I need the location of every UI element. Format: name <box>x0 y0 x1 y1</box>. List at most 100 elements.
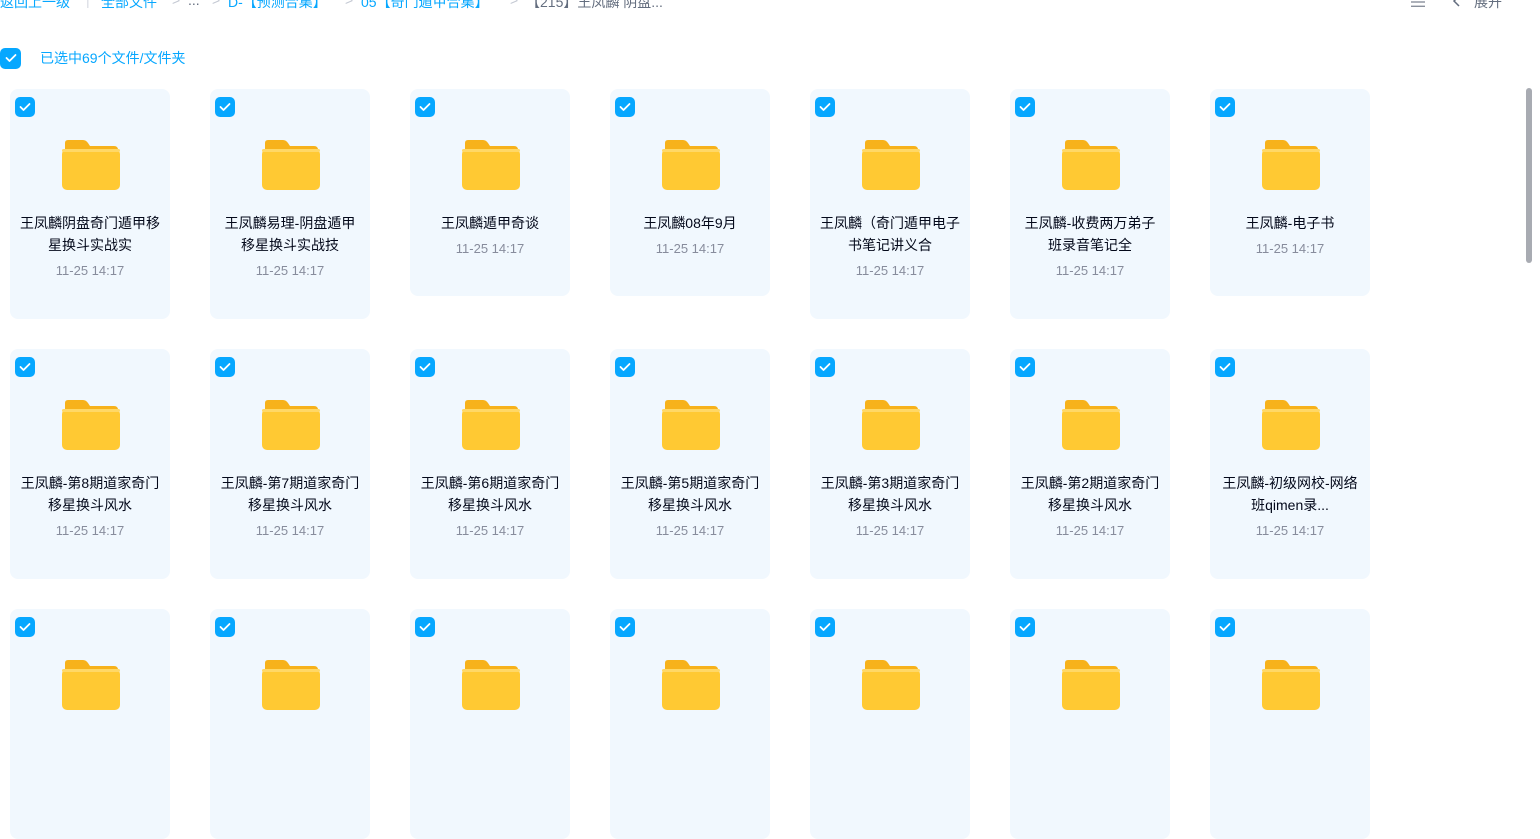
folder-checkbox[interactable] <box>15 357 35 377</box>
folder-checkbox[interactable] <box>815 97 835 117</box>
folder-icon <box>61 139 121 191</box>
folder-checkbox[interactable] <box>815 357 835 377</box>
folder-checkbox[interactable] <box>215 357 235 377</box>
folder-name[interactable]: 王凤麟-第6期道家奇门移星换斗风水 <box>420 472 560 516</box>
folder-date: 11-25 14:17 <box>855 263 925 278</box>
folder-checkbox[interactable] <box>15 617 35 637</box>
folder-name[interactable]: 王凤麟遁甲奇谈 <box>420 212 560 234</box>
folder-card[interactable]: 王凤麟（奇门遁甲电子书笔记讲义合 11-25 14:17 <box>810 89 970 319</box>
folder-card[interactable] <box>810 609 970 839</box>
breadcrumb-current: 【215】王凤麟 阴盘... <box>526 0 663 10</box>
folder-checkbox[interactable] <box>15 97 35 117</box>
check-icon <box>219 103 231 111</box>
folder-name[interactable]: 王凤麟-第3期道家奇门移星换斗风水 <box>820 472 960 516</box>
scrollbar-thumb[interactable] <box>1526 88 1532 263</box>
folder-icon <box>261 399 321 451</box>
breadcrumb-ellipsis[interactable]: ... <box>188 0 200 8</box>
folder-card[interactable]: 王凤麟-初级网校-网络班qimen录... 11-25 14:17 <box>1210 349 1370 579</box>
folder-card[interactable]: 王凤麟-收费两万弟子班录音笔记全 11-25 14:17 <box>1010 89 1170 319</box>
folder-card[interactable]: 王凤麟-第8期道家奇门移星换斗风水 11-25 14:17 <box>10 349 170 579</box>
folder-checkbox[interactable] <box>1215 617 1235 637</box>
folder-icon <box>461 399 521 451</box>
folder-icon <box>61 399 121 451</box>
folder-name[interactable]: 王凤麟-第2期道家奇门移星换斗风水 <box>1020 472 1160 516</box>
check-icon <box>219 363 231 371</box>
folder-date: 11-25 14:17 <box>455 523 525 538</box>
folder-date: 11-25 14:17 <box>455 241 525 256</box>
folder-name[interactable]: 王凤麟-收费两万弟子班录音笔记全 <box>1020 212 1160 256</box>
folder-card[interactable]: 王凤麟-第6期道家奇门移星换斗风水 11-25 14:17 <box>410 349 570 579</box>
folder-name[interactable]: 王凤麟-初级网校-网络班qimen录... <box>1220 472 1360 516</box>
folder-checkbox[interactable] <box>215 617 235 637</box>
select-all-checkbox[interactable] <box>0 47 21 69</box>
folder-card[interactable] <box>210 609 370 839</box>
check-icon <box>619 623 631 631</box>
folder-checkbox[interactable] <box>1015 617 1035 637</box>
folder-checkbox[interactable] <box>415 617 435 637</box>
folder-card[interactable]: 王凤麟遁甲奇谈 11-25 14:17 <box>410 89 570 296</box>
check-icon <box>19 103 31 111</box>
breadcrumb-level1[interactable]: D-【预测合集】 <box>228 0 327 12</box>
folder-name[interactable]: 王凤麟-第7期道家奇门移星换斗风水 <box>220 472 360 516</box>
folder-card[interactable] <box>10 609 170 839</box>
check-icon <box>1219 103 1231 111</box>
folder-card[interactable] <box>1210 609 1370 839</box>
check-icon <box>219 623 231 631</box>
folder-checkbox[interactable] <box>1215 357 1235 377</box>
folder-checkbox[interactable] <box>415 97 435 117</box>
folder-checkbox[interactable] <box>615 97 635 117</box>
folder-date: 11-25 14:17 <box>55 263 125 278</box>
check-icon <box>619 363 631 371</box>
folder-date: 11-25 14:17 <box>1055 263 1125 278</box>
expand-button[interactable]: 展开 <box>1474 0 1502 12</box>
folder-card[interactable]: 王凤麟-第7期道家奇门移星换斗风水 11-25 14:17 <box>210 349 370 579</box>
folder-icon <box>861 659 921 711</box>
folder-card[interactable]: 王凤麟08年9月 11-25 14:17 <box>610 89 770 296</box>
folder-card[interactable] <box>410 609 570 839</box>
folder-date: 11-25 14:17 <box>1055 523 1125 538</box>
folder-card[interactable]: 王凤麟易理-阴盘遁甲移星换斗实战技 11-25 14:17 <box>210 89 370 319</box>
folder-name[interactable]: 王凤麟-第8期道家奇门移星换斗风水 <box>20 472 160 516</box>
back-link[interactable]: 返回上一级 <box>0 0 70 12</box>
folder-checkbox[interactable] <box>1015 357 1035 377</box>
folder-card[interactable] <box>1010 609 1170 839</box>
chevron-left-icon[interactable] <box>1452 0 1462 8</box>
folder-checkbox[interactable] <box>215 97 235 117</box>
folder-card[interactable] <box>610 609 770 839</box>
breadcrumb-all-files[interactable]: 全部文件 <box>101 0 157 12</box>
folder-checkbox[interactable] <box>615 357 635 377</box>
folder-card[interactable]: 王凤麟阴盘奇门遁甲移星换斗实战实 11-25 14:17 <box>10 89 170 319</box>
folder-checkbox[interactable] <box>615 617 635 637</box>
check-icon <box>19 363 31 371</box>
folder-name[interactable]: 王凤麟（奇门遁甲电子书笔记讲义合 <box>820 212 960 256</box>
check-icon <box>819 363 831 371</box>
folder-name[interactable]: 王凤麟08年9月 <box>620 212 760 234</box>
folder-icon <box>261 659 321 711</box>
list-view-icon[interactable] <box>1410 0 1426 10</box>
folder-card[interactable]: 王凤麟-第2期道家奇门移星换斗风水 11-25 14:17 <box>1010 349 1170 579</box>
folder-checkbox[interactable] <box>1215 97 1235 117</box>
folder-card[interactable]: 王凤麟-电子书 11-25 14:17 <box>1210 89 1370 296</box>
check-icon <box>419 363 431 371</box>
folder-icon <box>1261 139 1321 191</box>
selection-count-label: 已选中69个文件/文件夹 <box>40 50 186 66</box>
check-icon <box>19 623 31 631</box>
folder-icon <box>461 139 521 191</box>
breadcrumb-level2[interactable]: 05【奇门遁甲合集】 <box>361 0 489 12</box>
folder-checkbox[interactable] <box>1015 97 1035 117</box>
folder-checkbox[interactable] <box>815 617 835 637</box>
folder-icon <box>1061 139 1121 191</box>
folder-name[interactable]: 王凤麟-第5期道家奇门移星换斗风水 <box>620 472 760 516</box>
folder-card[interactable]: 王凤麟-第5期道家奇门移星换斗风水 11-25 14:17 <box>610 349 770 579</box>
folder-date: 11-25 14:17 <box>255 523 325 538</box>
folder-name[interactable]: 王凤麟易理-阴盘遁甲移星换斗实战技 <box>220 212 360 256</box>
folder-name[interactable]: 王凤麟-电子书 <box>1220 212 1360 234</box>
folder-name[interactable]: 王凤麟阴盘奇门遁甲移星换斗实战实 <box>20 212 160 256</box>
folder-icon <box>1061 399 1121 451</box>
folder-date: 11-25 14:17 <box>55 523 125 538</box>
breadcrumb: 返回上一级 | 全部文件 > ... > D-【预测合集】 > 05【奇门遁甲合… <box>0 0 1540 12</box>
folder-card[interactable]: 王凤麟-第3期道家奇门移星换斗风水 11-25 14:17 <box>810 349 970 579</box>
breadcrumb-separator: > <box>345 0 354 8</box>
check-icon <box>1019 103 1031 111</box>
folder-checkbox[interactable] <box>415 357 435 377</box>
